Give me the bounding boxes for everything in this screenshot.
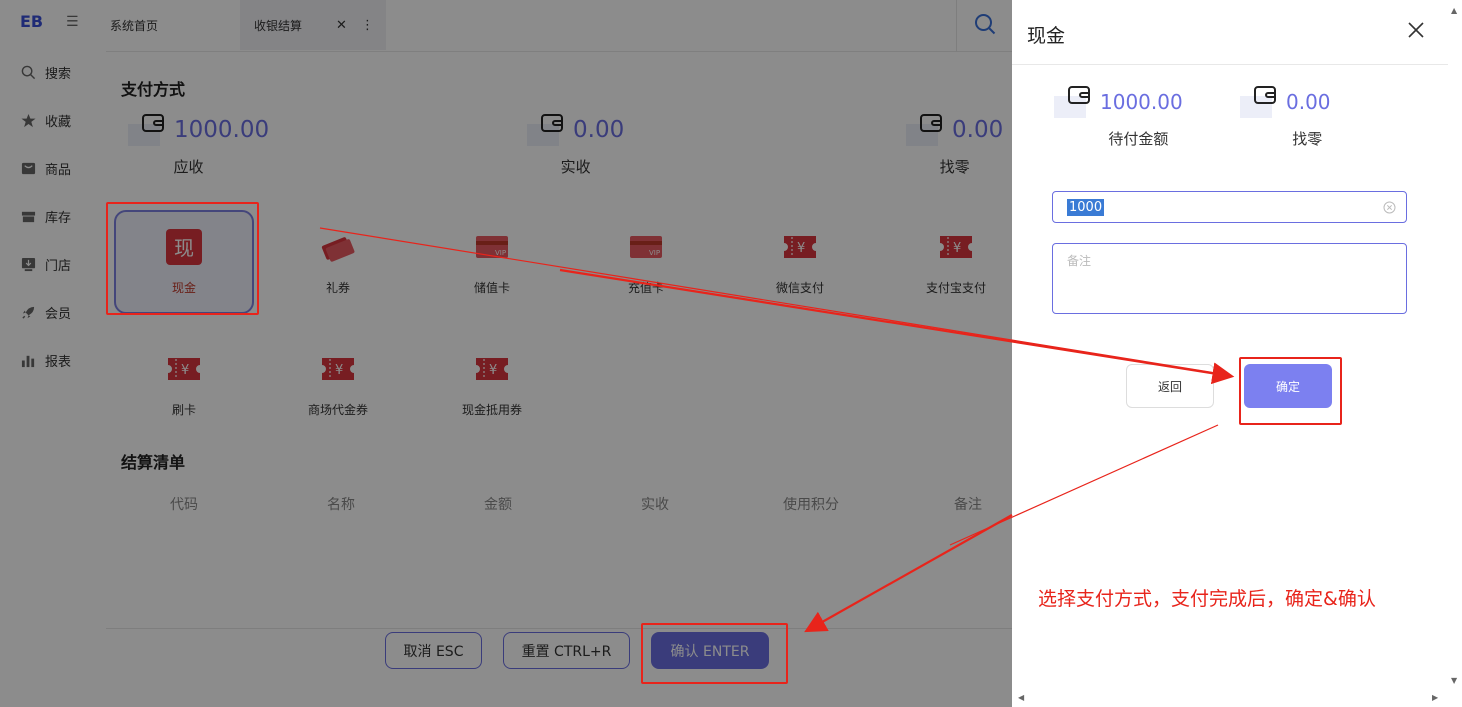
back-button[interactable]: 返回 bbox=[1126, 364, 1214, 408]
drawer-header: 现金 bbox=[1012, 0, 1448, 65]
close-icon[interactable] bbox=[1408, 22, 1428, 42]
due-label: 待付金额 bbox=[1108, 130, 1169, 148]
vertical-scrollbar[interactable]: ▲ ▼ bbox=[1448, 0, 1462, 707]
due-amount: 1000.00 待付金额 bbox=[1054, 86, 1183, 149]
amount-input[interactable]: 1000 bbox=[1052, 191, 1407, 223]
highlight-cash bbox=[106, 202, 259, 315]
change-amount: 0.00 找零 bbox=[1240, 86, 1331, 149]
modal-overlay[interactable] bbox=[0, 0, 1012, 707]
remark-textarea[interactable]: 备注 bbox=[1052, 243, 1407, 314]
wallet-icon bbox=[1054, 86, 1090, 118]
scroll-up-icon[interactable]: ▲ bbox=[1451, 6, 1457, 15]
scroll-down-icon[interactable]: ▼ bbox=[1451, 676, 1457, 685]
remark-placeholder: 备注 bbox=[1067, 254, 1092, 268]
amount-input-value: 1000 bbox=[1067, 198, 1105, 216]
drawer-title: 现金 bbox=[1027, 25, 1066, 47]
annotation-text: 选择支付方式，支付完成后，确定&确认 bbox=[1038, 588, 1376, 610]
highlight-ok bbox=[1239, 357, 1342, 425]
wallet-icon bbox=[1240, 86, 1276, 118]
change-label: 找零 bbox=[1292, 130, 1323, 148]
change-value: 0.00 bbox=[1286, 90, 1331, 114]
due-value: 1000.00 bbox=[1100, 90, 1183, 114]
horizontal-scrollbar[interactable]: ◀ ▶ bbox=[1012, 690, 1448, 707]
scroll-left-icon[interactable]: ◀ bbox=[1018, 693, 1024, 702]
highlight-confirm bbox=[641, 623, 788, 684]
scroll-right-icon[interactable]: ▶ bbox=[1432, 693, 1438, 702]
clear-icon[interactable] bbox=[1383, 201, 1396, 214]
